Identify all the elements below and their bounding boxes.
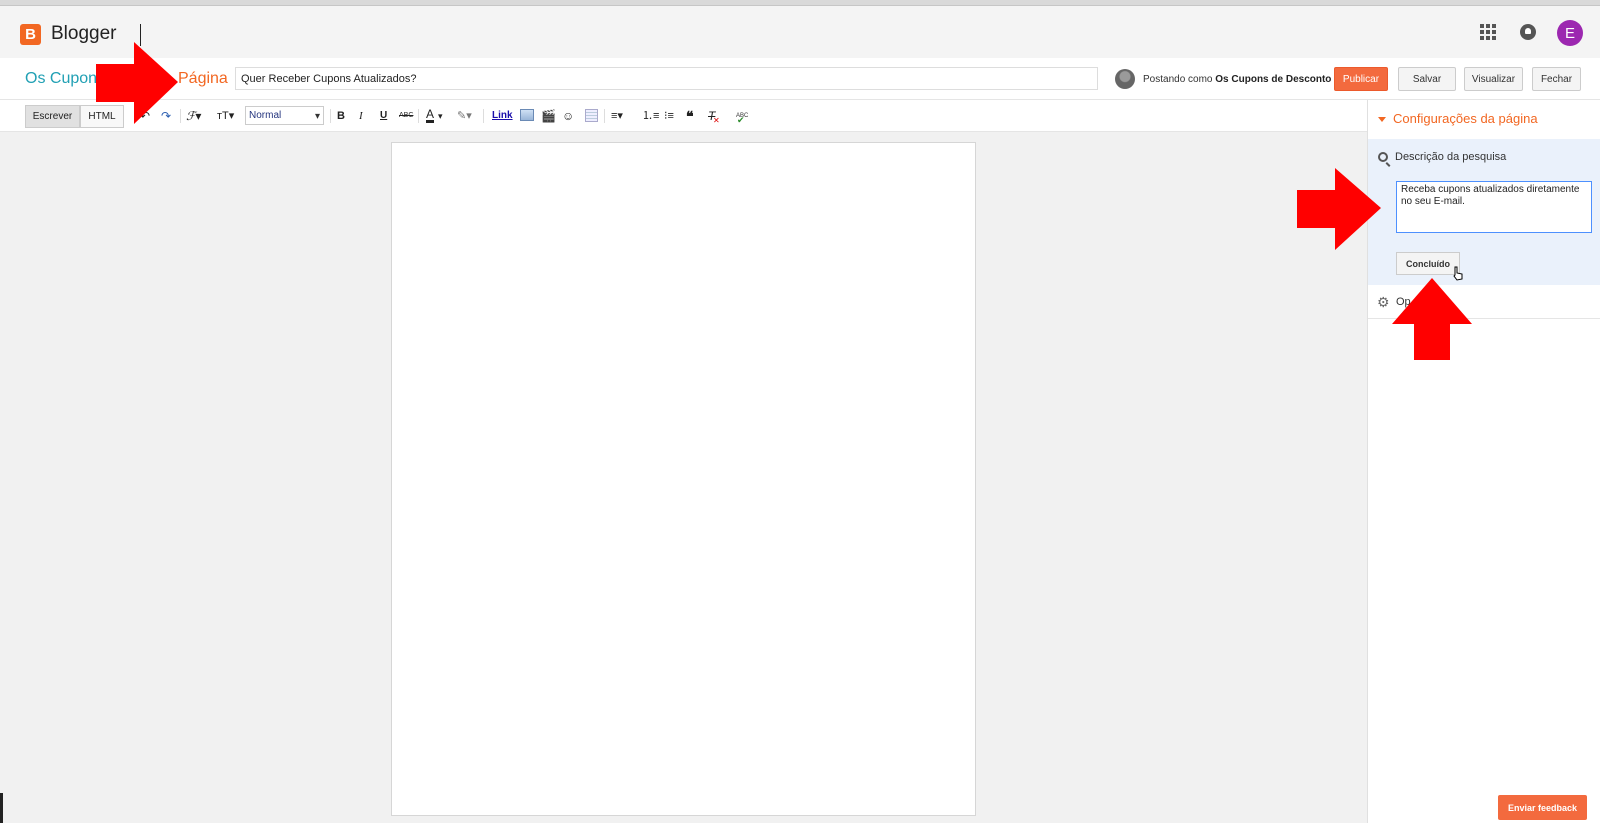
font-color-icon[interactable]: A	[426, 108, 435, 123]
highlight-color-icon[interactable]: ✎▾	[457, 109, 472, 123]
italic-button[interactable]: I	[359, 109, 363, 123]
toolbar-divider	[604, 109, 605, 123]
send-feedback-button[interactable]: Enviar feedback	[1498, 795, 1587, 820]
page-title-input[interactable]	[235, 67, 1098, 90]
toolbar-divider	[418, 109, 419, 123]
close-button[interactable]: Fechar	[1532, 67, 1581, 91]
search-icon	[1378, 152, 1388, 162]
settings-sidebar: Configurações da página Descrição da pes…	[1367, 100, 1600, 823]
spell-check-icon: ✔	[737, 115, 745, 125]
numbered-list-icon[interactable]: ⒈≡	[642, 109, 659, 123]
post-header: Os Cupons Página Postando como Os Cupons…	[0, 58, 1600, 100]
blog-name-link[interactable]: Os Cupons	[25, 70, 105, 88]
font-color-dropdown-icon[interactable]: ▾	[438, 109, 443, 123]
annotation-arrow-right-description	[1297, 168, 1381, 250]
insert-emoji-icon[interactable]: ☺	[562, 109, 574, 123]
quote-icon[interactable]: ❝	[686, 109, 694, 123]
posting-as-prefix: Postando como	[1143, 74, 1213, 85]
strikethrough-button[interactable]: ABC	[399, 109, 413, 123]
posting-as-name: Os Cupons de Desconto	[1215, 74, 1332, 85]
mode-write-tab[interactable]: Escrever	[25, 105, 80, 128]
hand-cursor-icon	[1453, 266, 1463, 281]
blogger-logo-icon[interactable]: B	[20, 24, 41, 45]
toolbar-divider	[180, 109, 181, 123]
annotation-arrow-up-done	[1392, 278, 1472, 360]
page-breadcrumb: Página	[178, 70, 228, 87]
insert-link-button[interactable]: Link	[492, 109, 513, 123]
apps-grid-icon[interactable]	[1480, 24, 1496, 40]
underline-button[interactable]: U	[380, 109, 387, 123]
annotation-arrow-right-title	[96, 42, 178, 124]
editor-toolbar: Escrever HTML ↶ ↷ ℱ▾ тT▾ Normal B I U AB…	[0, 100, 1368, 132]
done-button[interactable]: Concluído	[1396, 252, 1460, 275]
insert-image-icon[interactable]	[520, 109, 534, 121]
search-description-panel: Descrição da pesquisa Receba cupons atua…	[1368, 139, 1600, 285]
align-icon[interactable]: ≡▾	[611, 109, 623, 123]
toolbar-divider	[483, 109, 484, 123]
bulleted-list-icon[interactable]: ⁝≡	[664, 109, 674, 123]
page-settings-heading[interactable]: Configurações da página	[1378, 111, 1538, 126]
posting-as: Postando como Os Cupons de Desconto	[1143, 74, 1331, 85]
bold-button[interactable]: B	[337, 109, 345, 123]
insert-jump-break-icon[interactable]	[585, 109, 598, 122]
insert-video-icon[interactable]: 🎬	[541, 109, 556, 123]
preview-button[interactable]: Visualizar	[1464, 67, 1523, 91]
bell-icon[interactable]	[1520, 24, 1536, 40]
search-description-title[interactable]: Descrição da pesquisa	[1395, 151, 1506, 163]
poster-avatar	[1115, 69, 1135, 89]
format-select[interactable]: Normal	[245, 106, 324, 125]
gear-icon: ⚙	[1377, 294, 1390, 310]
toolbar-divider	[330, 109, 331, 123]
search-description-textarea[interactable]: Receba cupons atualizados diretamente no…	[1396, 181, 1592, 233]
editor-canvas[interactable]	[391, 142, 976, 816]
font-size-icon[interactable]: тT▾	[217, 109, 234, 123]
publish-button[interactable]: Publicar	[1334, 67, 1388, 91]
app-bar: B Blogger E	[0, 6, 1600, 58]
save-button[interactable]: Salvar	[1398, 67, 1456, 91]
remove-formatting-x-icon: ✕	[713, 116, 720, 125]
avatar[interactable]: E	[1557, 20, 1583, 46]
window-edge	[0, 793, 3, 823]
font-family-icon[interactable]: ℱ▾	[186, 109, 201, 123]
